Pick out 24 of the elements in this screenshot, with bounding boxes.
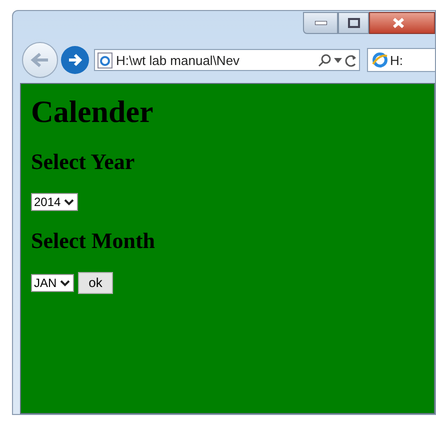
- browser-logo-icon: [372, 52, 388, 68]
- maximize-button[interactable]: [338, 12, 369, 34]
- close-button[interactable]: [369, 12, 435, 34]
- dropdown-select[interactable]: JAN: [31, 274, 74, 292]
- dropdown-select[interactable]: 2014: [31, 193, 78, 211]
- minimize-icon: [314, 21, 326, 25]
- page-heading: Calender: [31, 93, 154, 131]
- section-label: Select Month: [31, 227, 156, 255]
- forward-button[interactable]: [61, 46, 89, 74]
- forward-arrow-icon: [67, 53, 83, 67]
- address-bar[interactable]: H:\wt lab manual\Nev: [94, 49, 360, 71]
- refresh-icon[interactable]: [345, 54, 357, 66]
- address-text: H:\wt lab manual\Nev: [116, 54, 240, 66]
- maximize-icon: [348, 18, 360, 28]
- chevron-down-icon: [64, 198, 74, 206]
- search-icon[interactable]: [318, 54, 331, 66]
- ok-button[interactable]: ok: [78, 272, 114, 294]
- dropdown-icon[interactable]: [334, 58, 342, 62]
- page-icon: [97, 52, 113, 68]
- browser-tab[interactable]: H:: [367, 48, 435, 72]
- section-label: Select Year: [31, 148, 136, 176]
- chevron-down-icon: [60, 280, 70, 286]
- close-icon: [392, 17, 405, 29]
- back-arrow-icon: [30, 52, 50, 68]
